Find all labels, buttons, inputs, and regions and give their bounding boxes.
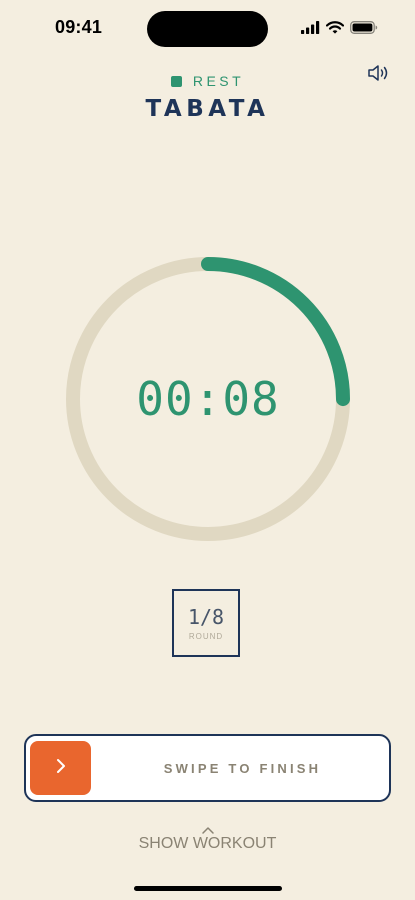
status-bar: 09:41: [0, 0, 415, 56]
round-value: 1/8: [187, 605, 225, 629]
round-counter: 1/8 ROUND: [172, 589, 240, 657]
battery-icon: [350, 19, 378, 38]
speaker-icon: [367, 65, 391, 88]
mode-indicator: REST: [0, 73, 415, 89]
chevron-right-icon: [55, 757, 67, 779]
mode-label: REST: [192, 73, 245, 89]
swipe-label: SWIPE TO FINISH: [163, 760, 322, 776]
swipe-handle[interactable]: [30, 741, 91, 795]
swipe-to-finish-slider[interactable]: SWIPE TO FINISH: [24, 734, 391, 802]
status-time: 09:41: [55, 17, 103, 37]
home-indicator: [134, 886, 282, 891]
cellular-signal-icon: [301, 19, 320, 38]
chevron-up-icon: [201, 820, 215, 834]
round-label: ROUND: [188, 632, 224, 641]
workout-title: TABATA: [145, 96, 270, 122]
show-workout-label: SHOW WORKOUT: [138, 835, 277, 852]
status-icons: [301, 19, 378, 38]
mode-dot: [170, 75, 182, 87]
sound-toggle-button[interactable]: [367, 62, 391, 84]
show-workout-button[interactable]: SHOW WORKOUT: [0, 820, 415, 853]
countdown-timer: 00:08: [66, 257, 350, 541]
dynamic-island: [147, 11, 268, 47]
wifi-icon: [325, 19, 345, 38]
timer-display: 00:08: [136, 372, 280, 426]
